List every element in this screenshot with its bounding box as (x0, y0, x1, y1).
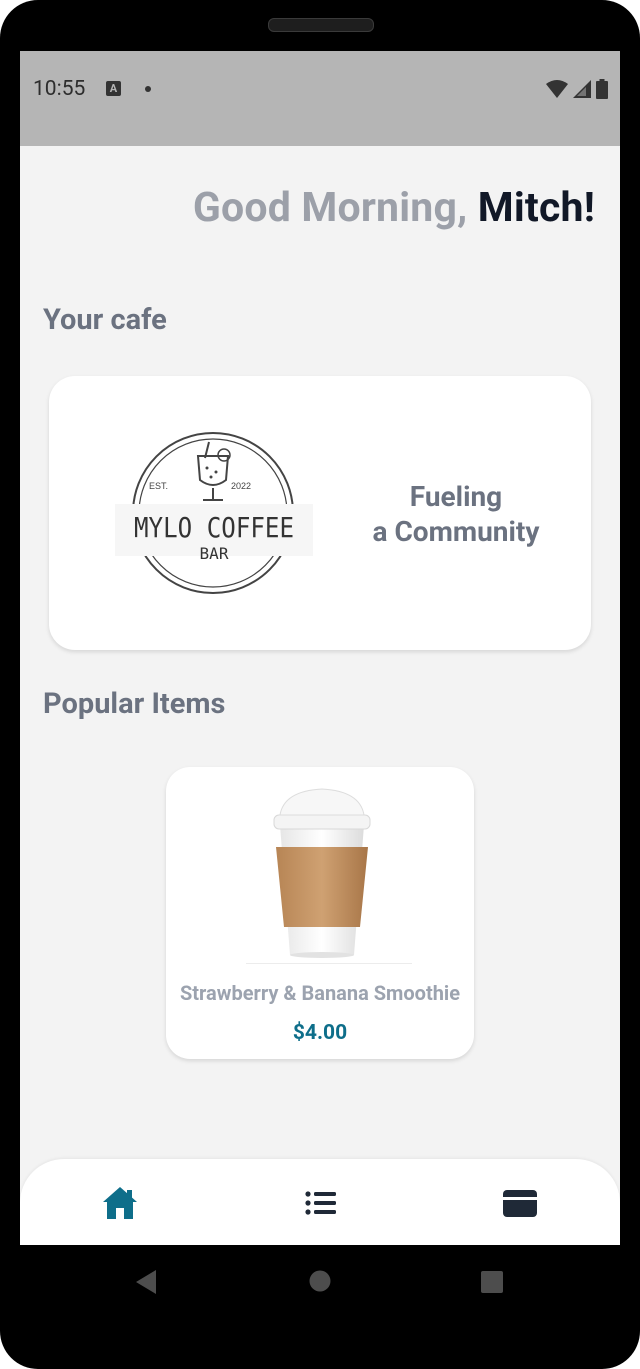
signal-icon (573, 80, 591, 98)
home-circle-icon[interactable] (309, 1270, 331, 1292)
greeting-heading: Good Morning, Mitch! (193, 184, 595, 232)
device-frame: 10:55 A Good Morning, Mitch! Your cafe E… (0, 0, 640, 1369)
status-time: 10:55 (33, 77, 86, 101)
speaker-grille (268, 18, 374, 32)
cafe-tagline: Fueling a Community (349, 479, 563, 549)
your-cafe-title: Your cafe (43, 303, 167, 337)
cafe-tagline-line2: a Community (372, 515, 540, 548)
notification-dot-icon (145, 86, 151, 92)
cafe-logo-sub: BAR (200, 544, 229, 563)
popular-items-title: Popular Items (43, 687, 226, 721)
wifi-icon (546, 80, 568, 98)
greeting-name: Mitch! (477, 184, 595, 232)
back-icon[interactable] (134, 1269, 158, 1295)
notification-icon: A (106, 81, 121, 96)
home-icon (103, 1187, 137, 1219)
nav-menu-button[interactable] (300, 1183, 340, 1223)
app-screen: 10:55 A Good Morning, Mitch! Your cafe E… (20, 51, 620, 1245)
popular-item-card[interactable]: Strawberry & Banana Smoothie $4.00 (166, 767, 474, 1059)
cafe-logo-year: 2022 (231, 481, 251, 491)
coffee-cup-image (273, 788, 371, 958)
system-nav-bar (0, 1245, 640, 1335)
status-bar: 10:55 A (20, 51, 620, 146)
cafe-logo-est: EST. (149, 481, 168, 491)
greeting-prefix: Good Morning, (192, 184, 468, 232)
card-icon (503, 1190, 537, 1217)
cafe-logo-name: MYLO COFFEE (134, 511, 294, 544)
recents-square-icon[interactable] (481, 1271, 503, 1293)
status-icons (546, 79, 608, 99)
list-icon (305, 1191, 336, 1215)
cafe-tagline-line1: Fueling (409, 480, 503, 513)
nav-card-button[interactable] (500, 1183, 540, 1223)
cafe-logo: EST. 2022 MYLO COFFEE BAR (115, 432, 313, 594)
item-divider (246, 963, 412, 964)
bottom-nav (20, 1159, 620, 1245)
battery-icon (596, 79, 608, 99)
item-price: $4.00 (292, 1021, 348, 1045)
nav-home-button[interactable] (100, 1183, 140, 1223)
item-name: Strawberry & Banana Smoothie (179, 981, 461, 1005)
cafe-card[interactable]: EST. 2022 MYLO COFFEE BAR Fueling a Comm… (49, 376, 591, 650)
